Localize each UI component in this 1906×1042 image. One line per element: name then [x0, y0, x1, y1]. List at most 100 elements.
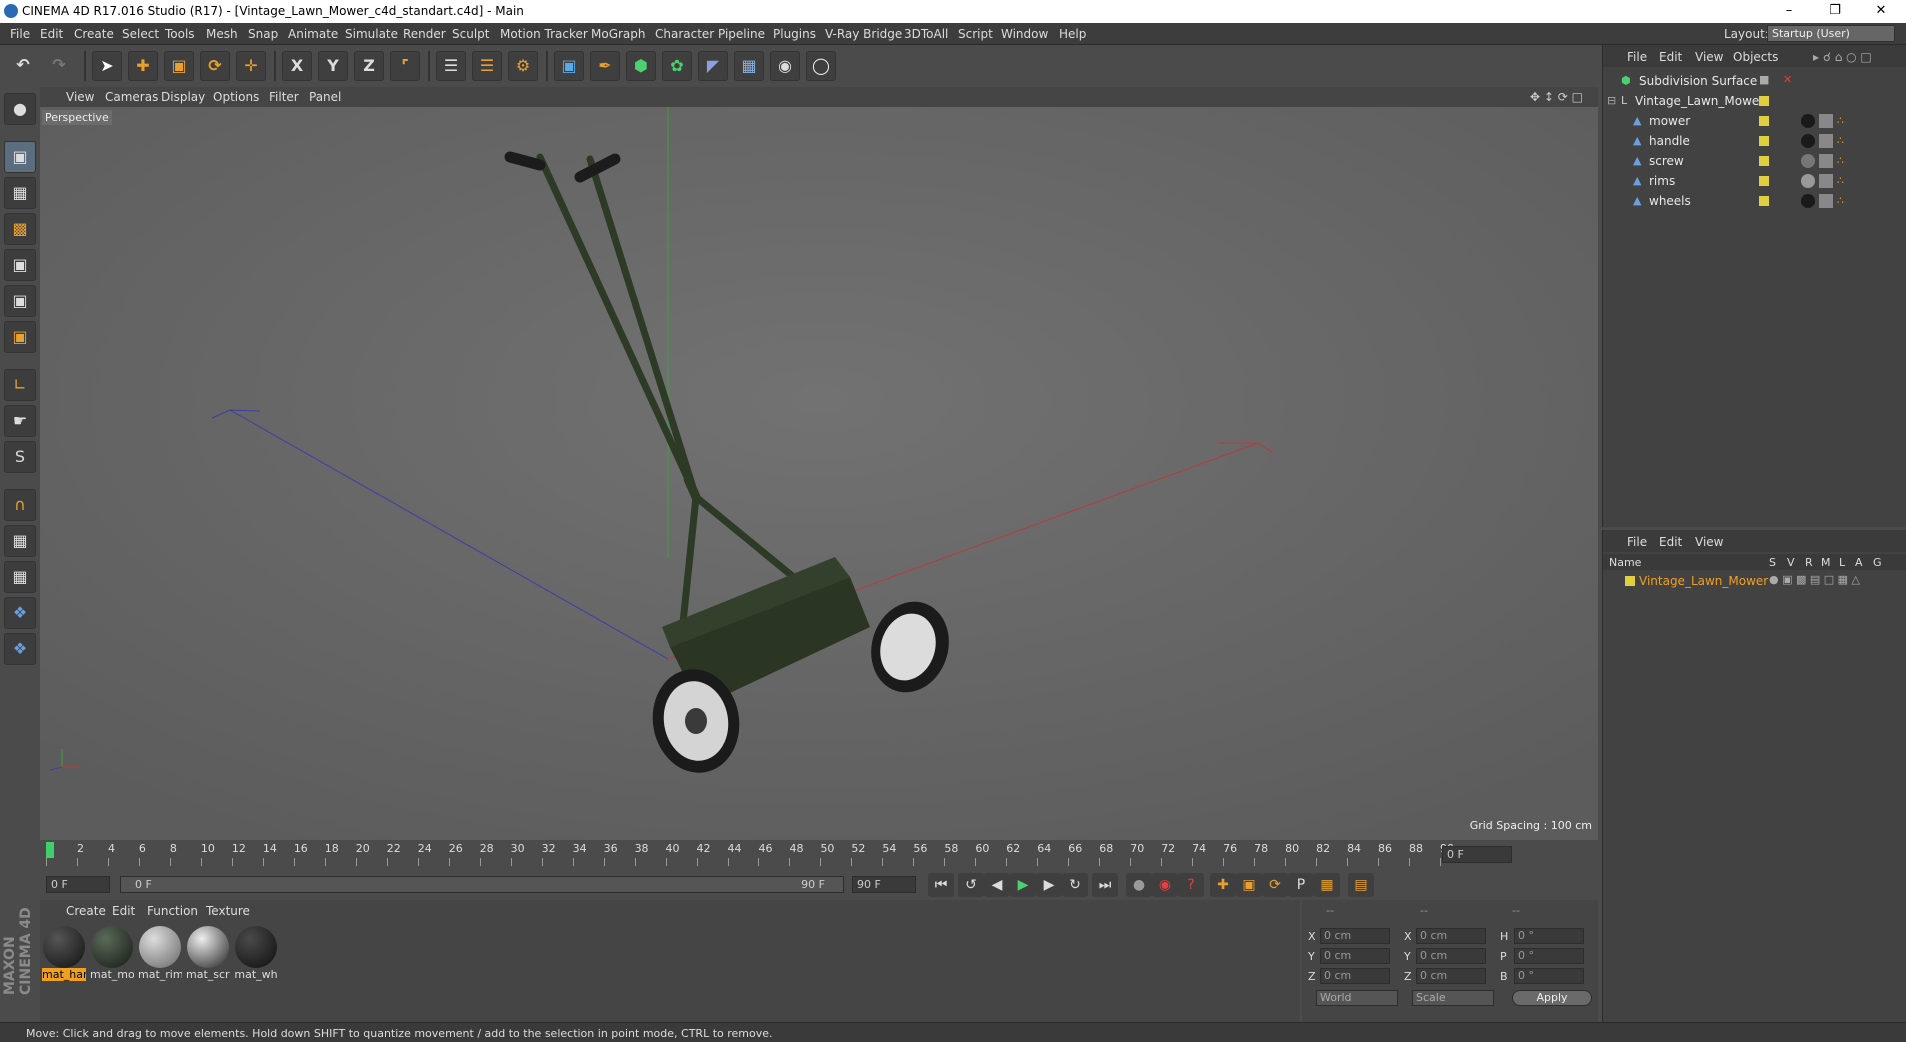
apply-button[interactable]: Apply	[1512, 990, 1592, 1006]
rot-b-field[interactable]: 0 °	[1514, 968, 1584, 984]
material-swatch[interactable]: mat_har	[42, 926, 86, 982]
restore-icon[interactable]: ❐	[1812, 0, 1858, 23]
redo-icon[interactable]: ↷	[44, 51, 74, 81]
menu-help[interactable]: Help	[1059, 27, 1086, 41]
frame-range-slider[interactable]: 0 F 90 F	[120, 876, 844, 893]
mat-menu-create[interactable]: Create	[66, 904, 106, 918]
goto-end-icon[interactable]: ⏭	[1092, 873, 1118, 897]
prev-frame-icon[interactable]: ◀	[984, 873, 1010, 897]
layer-color-swatch[interactable]	[1625, 576, 1635, 586]
menu-animate[interactable]: Animate	[288, 27, 338, 41]
start-frame-field[interactable]: 0 F	[46, 876, 110, 893]
menu-mograph[interactable]: MoGraph	[591, 27, 646, 41]
python-script-icon[interactable]: ❖	[4, 633, 36, 665]
key-pla-icon[interactable]: ▦	[1314, 873, 1340, 897]
material-swatch[interactable]: mat_mo	[90, 926, 134, 982]
rotate-icon[interactable]: ⟳	[200, 51, 230, 81]
layer-color-swatch[interactable]	[1759, 196, 1769, 206]
planar-workplane-icon[interactable]: ▦	[4, 561, 36, 593]
layer-menu-file[interactable]: File	[1627, 535, 1647, 549]
phong-tag-icon[interactable]: ∴	[1837, 194, 1844, 207]
object-row[interactable]: ▲ wheels ∴	[1603, 191, 1906, 211]
material-swatch[interactable]: mat_scre	[186, 926, 230, 982]
material-tag-icon[interactable]	[1801, 134, 1815, 148]
workplane-icon[interactable]: ▩	[4, 213, 36, 245]
menu-3dtoall[interactable]: 3DToAll	[904, 27, 948, 41]
uvw-tag-icon[interactable]	[1819, 114, 1833, 128]
timeline-playhead[interactable]	[46, 842, 54, 858]
edges-mode-icon[interactable]: ▣	[4, 285, 36, 317]
uvw-tag-icon[interactable]	[1819, 194, 1833, 208]
material-tag-icon[interactable]	[1801, 174, 1815, 188]
size-z-field[interactable]: 0 cm	[1416, 968, 1486, 984]
next-key-icon[interactable]: ↻	[1062, 873, 1088, 897]
layer-row[interactable]: Vintage_Lawn_Mower ● ▣ ▩ ▤ □ ▦ △	[1603, 572, 1906, 590]
viewport-menu-filter[interactable]: Filter	[269, 90, 299, 104]
size-x-field[interactable]: 0 cm	[1416, 928, 1486, 944]
close-icon[interactable]: ✕	[1858, 0, 1904, 23]
object-row[interactable]: ▲ mower ∴	[1603, 111, 1906, 131]
viewport-menu-cameras[interactable]: Cameras	[105, 90, 158, 104]
key-scale-icon[interactable]: ▣	[1236, 873, 1262, 897]
rot-h-field[interactable]: 0 °	[1514, 928, 1584, 944]
material-tag-icon[interactable]	[1801, 154, 1815, 168]
viewport-nav-icon[interactable]: ✥ ↕ ⟳ □	[1530, 90, 1583, 104]
prev-key-icon[interactable]: ↺	[958, 873, 984, 897]
record-keys-icon[interactable]: ●	[1126, 873, 1152, 897]
uvw-tag-icon[interactable]	[1819, 154, 1833, 168]
model-mode-icon[interactable]: ▣	[4, 141, 36, 173]
pos-z-field[interactable]: 0 cm	[1320, 968, 1390, 984]
viewport-menu-view[interactable]: View	[66, 90, 94, 104]
camera-icon[interactable]: ◉	[770, 51, 800, 81]
texture-mode-icon[interactable]: ▦	[4, 177, 36, 209]
subdivision-icon[interactable]: ⬢	[626, 51, 656, 81]
phong-tag-icon[interactable]: ∴	[1837, 134, 1844, 147]
menu-window[interactable]: Window	[1001, 27, 1048, 41]
z-axis-icon[interactable]: Z	[354, 51, 384, 81]
menu-vray-bridge[interactable]: V-Ray Bridge	[825, 27, 902, 41]
cloner-icon[interactable]: ✿	[662, 51, 692, 81]
mat-menu-function[interactable]: Function	[147, 904, 198, 918]
obj-menu-view[interactable]: View	[1695, 50, 1723, 64]
phong-tag-icon[interactable]: ∴	[1837, 174, 1844, 187]
pen-spline-icon[interactable]: ✒	[590, 51, 620, 81]
current-frame-field[interactable]: 0 F	[1442, 846, 1512, 863]
points-mode-icon[interactable]: ▣	[4, 249, 36, 281]
deformer-icon[interactable]: ◤	[698, 51, 728, 81]
material-swatch[interactable]: mat_wh	[234, 926, 278, 982]
floor-icon[interactable]: ▦	[734, 51, 764, 81]
live-select-icon[interactable]: ✛	[236, 51, 266, 81]
timeline-ruler[interactable]: 0246810121416182022242628303234363840424…	[40, 840, 1598, 870]
snap-icon[interactable]: S	[4, 441, 36, 473]
layer-color-swatch[interactable]	[1759, 96, 1769, 106]
undo-icon[interactable]: ↶	[8, 51, 38, 81]
x-axis-icon[interactable]: X	[282, 51, 312, 81]
phong-tag-icon[interactable]: ∴	[1837, 154, 1844, 167]
move-icon[interactable]: ✚	[128, 51, 158, 81]
menu-tools[interactable]: Tools	[165, 27, 195, 41]
viewport-menu-options[interactable]: Options	[213, 90, 259, 104]
y-axis-icon[interactable]: Y	[318, 51, 348, 81]
menu-select[interactable]: Select	[122, 27, 159, 41]
render-picture-viewer-icon[interactable]: ☰	[472, 51, 502, 81]
mat-menu-edit[interactable]: Edit	[112, 904, 135, 918]
layout-select[interactable]: Startup (User)	[1767, 25, 1895, 42]
python-icon[interactable]: ❖	[4, 597, 36, 629]
menu-create[interactable]: Create	[74, 27, 114, 41]
polygons-mode-icon[interactable]: ▣	[4, 321, 36, 353]
lock-workplane-icon[interactable]: ▦	[4, 525, 36, 557]
select-arrow-icon[interactable]: ➤	[92, 51, 122, 81]
collapse-icon[interactable]: ⊟	[1607, 94, 1616, 107]
end-frame-field[interactable]: 90 F	[852, 876, 916, 893]
layer-color-swatch[interactable]	[1759, 136, 1769, 146]
minimize-icon[interactable]: –	[1766, 0, 1812, 23]
play-icon[interactable]: ▶	[1010, 873, 1036, 897]
viewport-menu-panel[interactable]: Panel	[309, 90, 341, 104]
menu-motion-tracker[interactable]: Motion Tracker	[500, 27, 588, 41]
object-row[interactable]: ▲ screw ∴	[1603, 151, 1906, 171]
3d-viewport[interactable]: Perspective Grid Spacing : 100 cm	[40, 107, 1598, 840]
material-swatch[interactable]: mat_rim	[138, 926, 182, 982]
menu-sculpt[interactable]: Sculpt	[452, 27, 489, 41]
pos-x-field[interactable]: 0 cm	[1320, 928, 1390, 944]
menu-mesh[interactable]: Mesh	[206, 27, 238, 41]
